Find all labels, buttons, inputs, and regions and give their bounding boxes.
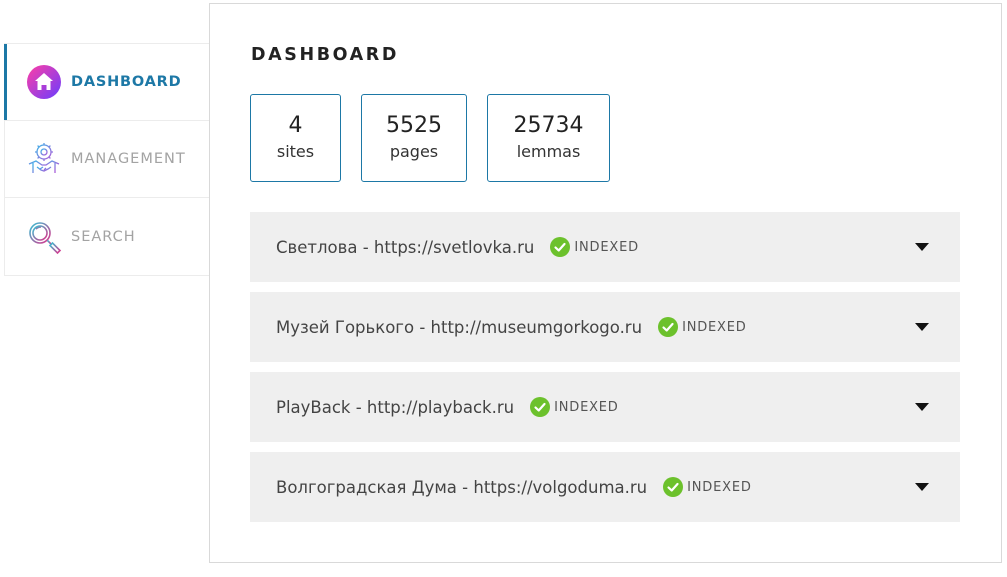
status-badge: INDEXED [663,477,752,497]
site-row[interactable]: PlayBack - http://playback.ru INDEXED [250,372,960,442]
chevron-down-icon[interactable] [915,323,929,331]
chevron-down-icon[interactable] [915,483,929,491]
check-circle-icon [658,317,679,337]
stat-value: 25734 [513,113,584,138]
site-row[interactable]: Светлова - https://svetlovka.ru INDEXED [250,212,960,282]
sidebar-item-dashboard[interactable]: DASHBOARD [4,44,209,121]
site-name: Музей Горького - http://museumgorkogo.ru [276,317,643,337]
status-label: INDEXED [554,399,619,415]
site-row[interactable]: Волгоградская Дума - https://volgoduma.r… [250,452,960,522]
status-badge: INDEXED [550,237,639,257]
site-row[interactable]: Музей Горького - http://museumgorkogo.ru… [250,292,960,362]
sidebar: DASHBOARD MANAGEMENT SEARCH [4,43,209,276]
site-name: PlayBack - http://playback.ru [276,397,515,417]
stat-card-sites: 4 sites [250,94,341,182]
status-badge: INDEXED [658,317,747,337]
stat-card-pages: 5525 pages [361,94,467,182]
stat-label: pages [389,142,439,161]
dashboard-panel: DASHBOARD 4 sites 5525 pages 25734 lemma… [209,3,1002,563]
stat-label: lemmas [516,142,581,161]
sidebar-item-label: MANAGEMENT [71,151,186,167]
stat-label: sites [276,142,315,161]
status-label: INDEXED [687,479,752,495]
sidebar-item-label: SEARCH [71,228,136,245]
page-title: DASHBOARD [251,45,400,65]
home-icon [25,63,63,101]
stat-card-lemmas: 25734 lemmas [487,94,610,182]
check-circle-icon [663,477,684,497]
stat-value: 5525 [386,113,442,138]
chevron-down-icon[interactable] [915,403,929,411]
site-name: Волгоградская Дума - https://volgoduma.r… [276,477,648,497]
gear-handshake-icon [25,140,63,178]
check-circle-icon [550,237,571,257]
chevron-down-icon[interactable] [915,243,929,251]
sidebar-item-management[interactable]: MANAGEMENT [5,121,209,198]
sidebar-item-label: DASHBOARD [71,74,182,90]
status-label: INDEXED [682,319,747,335]
status-label: INDEXED [574,239,639,255]
sidebar-item-search[interactable]: SEARCH [5,198,209,275]
stat-value: 4 [288,113,303,138]
site-name: Светлова - https://svetlovka.ru [276,237,535,257]
check-circle-icon [530,397,551,417]
magnifier-icon [25,218,63,256]
status-badge: INDEXED [530,397,619,417]
